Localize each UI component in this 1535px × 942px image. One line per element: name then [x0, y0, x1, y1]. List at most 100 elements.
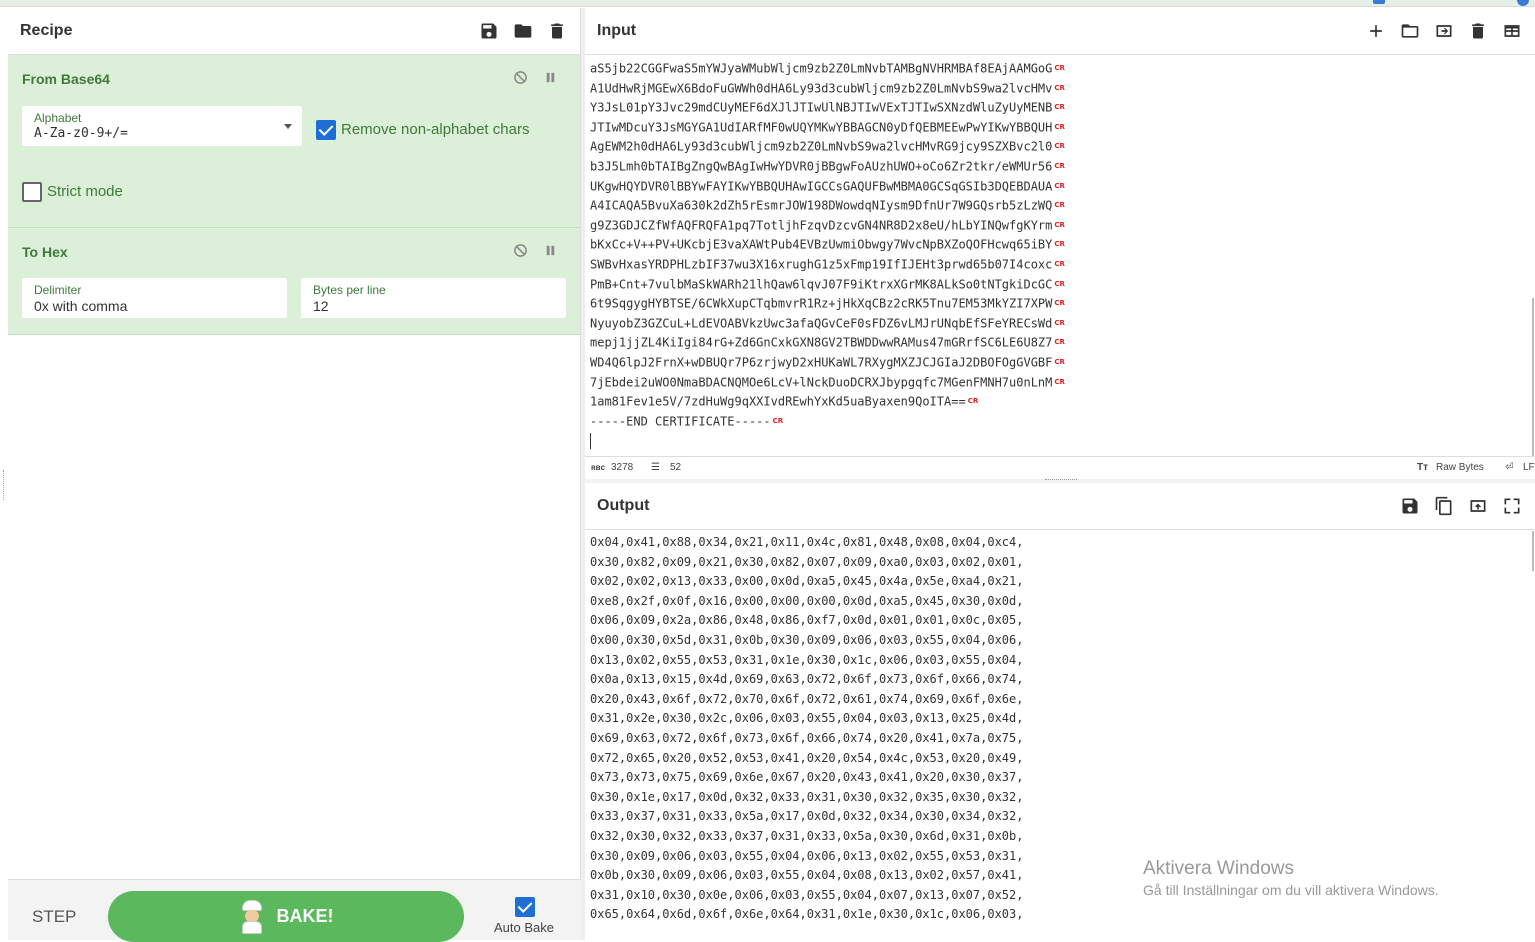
copy-icon[interactable] [1433, 495, 1455, 517]
abc-icon: ʀʙᴄ [591, 463, 606, 472]
output-line: 0x20,0x43,0x6f,0x72,0x70,0x6f,0x72,0x61,… [590, 691, 1024, 706]
step-button[interactable]: STEP [32, 907, 76, 927]
input-header: Input [585, 8, 1535, 55]
recipe-controls: STEP BAKE! Auto Bake [8, 879, 581, 942]
maximize-icon[interactable] [1501, 495, 1523, 517]
trash-icon[interactable] [546, 20, 568, 42]
input-line-text: AgEWM2h0dHA6Ly93d3cubWljcm9zb2Z0LmNvbS9w… [590, 139, 1053, 154]
input-format-label[interactable]: Raw Bytes [1436, 462, 1484, 473]
input-line: A1UdHwRjMGEwX6BdoFuGWWh0dHA6Ly93d3cubWlj… [590, 79, 1065, 99]
eol-icon: ⏎ [1505, 462, 1514, 473]
carriage-return-marker: CR [1054, 83, 1065, 92]
input-line: 6t9SqgygHYBTSE/6CWkXupCTqbmvrR1Rz+jHkXqC… [590, 294, 1065, 314]
carriage-return-marker: CR [1054, 318, 1065, 327]
input-textarea[interactable]: aS5jb22CGGFwaS5mYWJyaWMubWljcm9zb2Z0LmNv… [590, 59, 1065, 451]
delimiter-label: Delimiter [34, 283, 82, 297]
auto-bake-label: Auto Bake [494, 920, 554, 935]
lines-icon: ☰ [651, 462, 660, 473]
open-folder-icon[interactable] [1399, 20, 1421, 42]
carriage-return-marker: CR [967, 397, 979, 406]
carriage-return-marker: CR [1054, 161, 1065, 170]
operation-title: To Hex [22, 244, 68, 260]
carriage-return-marker: CR [1054, 142, 1065, 151]
replace-input-icon[interactable] [1467, 495, 1489, 517]
breakpoint-icon[interactable] [542, 69, 558, 85]
input-scrollbar[interactable] [1532, 298, 1534, 458]
input-line-text: b3J5Lmh0bTAIBgZngQwBAgIwHwYDVR0jBBgwFoAU… [590, 159, 1053, 174]
input-line-text: -----END CERTIFICATE----- [590, 413, 771, 428]
remove-non-alphabet-checkbox[interactable] [316, 120, 336, 140]
load-input-icon[interactable] [1433, 20, 1455, 42]
output-line: 0x72,0x65,0x20,0x52,0x53,0x41,0x20,0x54,… [590, 750, 1024, 765]
input-line-text: 7jEbdei2uWO0NmaBDACNQMOe6LcV+lNckDuoDCRX… [590, 374, 1053, 389]
output-textarea[interactable]: 0x04,0x41,0x88,0x34,0x21,0x11,0x4c,0x81,… [590, 533, 1023, 925]
carriage-return-marker: CR [1054, 377, 1065, 386]
carriage-return-marker: CR [1054, 220, 1065, 229]
input-pane: Input aS5jb22CGGFwaS5mYWJyaWMubWljcm9zb2… [585, 8, 1535, 479]
bake-button[interactable]: BAKE! [108, 891, 464, 942]
input-eol-label[interactable]: LF [1523, 462, 1535, 473]
output-line: 0x30,0x82,0x09,0x21,0x30,0x82,0x07,0x09,… [590, 554, 1024, 569]
delimiter-select[interactable]: Delimiter 0x with comma [22, 278, 287, 318]
input-line-text: mepj1jjZL4KiIgi84rG+Zd6GnCxkGXN8GV2TBWDD… [590, 335, 1053, 350]
carriage-return-marker: CR [1054, 64, 1065, 72]
recipe-header: Recipe [8, 8, 580, 55]
input-line-text: SWBvHxasYRDPHLzbIF37wu3X16xrughG1z5xFmp1… [590, 257, 1053, 272]
input-line: UKgwHQYDVR0lBBYwFAYIKwYBBQUHAwIGCCsGAQUF… [590, 177, 1065, 197]
bytes-per-line-value: 12 [313, 298, 329, 314]
carriage-return-marker: CR [1054, 122, 1065, 131]
bytes-per-line-input[interactable]: Bytes per line 12 [301, 278, 566, 318]
input-line-text: aS5jb22CGGFwaS5mYWJyaWMubWljcm9zb2Z0LmNv… [590, 61, 1053, 76]
bake-label: BAKE! [276, 906, 334, 926]
output-line: 0x0a,0x13,0x15,0x4d,0x69,0x63,0x72,0x6f,… [590, 672, 1024, 687]
input-line: g9Z3GDJCZfWfAQFRQFA1pq7TotljhFzqvDzcvGN4… [590, 216, 1065, 236]
operation-from-base64[interactable]: From Base64 Alphabet A-Za-z0-9+/= Remove… [8, 55, 580, 228]
input-length: 3278 [611, 462, 634, 473]
folder-icon[interactable] [512, 20, 534, 42]
carriage-return-marker: CR [1054, 259, 1065, 268]
carriage-return-marker: CR [772, 416, 784, 425]
input-line: WD4Q6lpJ2FrnX+wDBUQr7P6zrjwyD2xHUKaWL7RX… [590, 353, 1065, 373]
layout-icon[interactable] [1501, 20, 1523, 42]
input-line: 7jEbdei2uWO0NmaBDACNQMOe6LcV+lNckDuoDCRX… [590, 373, 1065, 393]
save-output-icon[interactable] [1399, 495, 1421, 517]
output-line: 0x00,0x30,0x5d,0x31,0x0b,0x30,0x09,0x06,… [590, 632, 1024, 647]
disable-icon[interactable] [512, 69, 528, 85]
output-line: 0x02,0x02,0x13,0x33,0x00,0x0d,0xa5,0x45,… [590, 574, 1024, 589]
input-line: 1am81Fev1e5V/7zdHuWg9qXXIvdREwhYxKd5uaBy… [590, 392, 1065, 412]
input-line-text: PmB+Cnt+7vulbMaSkWARh21lhQaw6lqvJ07F9iKt… [590, 276, 1053, 291]
strict-mode-checkbox[interactable] [22, 182, 42, 202]
breakpoint-icon[interactable] [542, 242, 558, 258]
output-line: 0x06,0x09,0x2a,0x86,0x48,0x86,0xf7,0x0d,… [590, 613, 1024, 628]
left-resize-handle[interactable] [3, 470, 5, 500]
input-line-text: UKgwHQYDVR0lBBYwFAYIKwYBBQUHAwIGCCsGAQUF… [590, 178, 1053, 193]
input-line: NyuyobZ3GZCuL+LdEVOABVkzUwc3afaQGvCeF0sF… [590, 314, 1065, 334]
clear-input-icon[interactable] [1467, 20, 1489, 42]
add-tab-icon[interactable] [1365, 20, 1387, 42]
output-line: 0x31,0x2e,0x30,0x2c,0x06,0x03,0x55,0x04,… [590, 711, 1024, 726]
notification-icon[interactable] [1373, 0, 1385, 4]
output-line: 0x32,0x30,0x32,0x33,0x37,0x31,0x33,0x5a,… [590, 828, 1024, 843]
output-line: 0x13,0x02,0x55,0x53,0x31,0x1e,0x30,0x1c,… [590, 652, 1024, 667]
input-line: PmB+Cnt+7vulbMaSkWARh21lhQaw6lqvJ07F9iKt… [590, 275, 1065, 295]
input-line: SWBvHxasYRDPHLzbIF37wu3X16xrughG1z5xFmp1… [590, 255, 1065, 275]
carriage-return-marker: CR [1054, 240, 1065, 249]
input-line-text: WD4Q6lpJ2FrnX+wDBUQr7P6zrjwyD2xHUKaWL7RX… [590, 355, 1053, 370]
output-line: 0x69,0x63,0x72,0x6f,0x73,0x6f,0x66,0x74,… [590, 730, 1024, 745]
input-line: aS5jb22CGGFwaS5mYWJyaWMubWljcm9zb2Z0LmNv… [590, 59, 1065, 79]
carriage-return-marker: CR [1054, 279, 1065, 288]
text-format-icon[interactable]: Tт [1417, 462, 1428, 473]
text-cursor [590, 431, 1065, 451]
auto-bake-checkbox[interactable] [515, 897, 535, 917]
input-line-text: A1UdHwRjMGEwX6BdoFuGWWh0dHA6Ly93d3cubWlj… [590, 80, 1053, 95]
disable-icon[interactable] [512, 242, 528, 258]
input-line-text: NyuyobZ3GZCuL+LdEVOABVkzUwc3afaQGvCeF0sF… [590, 316, 1053, 331]
input-line-count: 52 [670, 462, 682, 473]
operation-to-hex[interactable]: To Hex Delimiter 0x with comma Bytes per… [8, 228, 580, 335]
output-scrollbar[interactable] [1532, 531, 1534, 571]
save-icon[interactable] [478, 20, 500, 42]
chef-icon [239, 899, 265, 934]
alphabet-select[interactable]: Alphabet A-Za-z0-9+/= [22, 106, 302, 146]
help-icon[interactable] [1517, 0, 1529, 6]
output-line: 0x30,0x1e,0x17,0x0d,0x32,0x33,0x31,0x30,… [590, 789, 1024, 804]
